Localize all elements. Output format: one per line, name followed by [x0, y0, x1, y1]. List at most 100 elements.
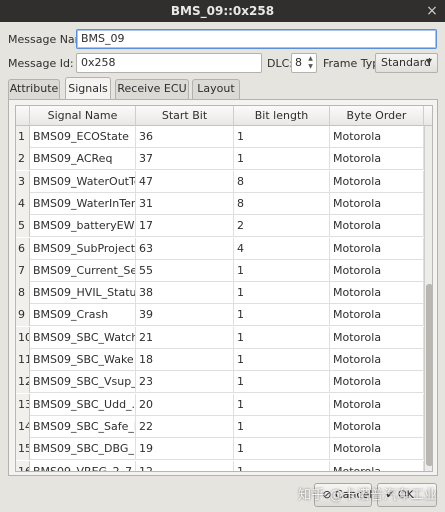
bit-length-cell[interactable]: 1 — [234, 282, 330, 305]
column-header-index[interactable] — [16, 106, 30, 126]
bit-length-cell[interactable]: 1 — [234, 460, 330, 471]
close-icon[interactable]: × — [425, 4, 439, 18]
byte-order-cell[interactable]: Motorola — [330, 415, 424, 438]
bit-length-cell[interactable]: 1 — [234, 371, 330, 394]
signal-name-cell[interactable]: BMS09_SBC_Udd_... — [30, 393, 136, 416]
signal-name-cell[interactable]: BMS09_WaterOutTe... — [30, 170, 136, 193]
byte-order-cell[interactable]: Motorola — [330, 460, 424, 471]
table-row[interactable]: 16BMS09_VREG_2_7_...121Motorola — [16, 460, 424, 471]
table-row[interactable]: 4BMS09_WaterInTemp318Motorola — [16, 192, 424, 215]
row-index[interactable]: 8 — [16, 282, 30, 305]
dlc-spinbox[interactable]: 8 ▲ ▼ — [291, 53, 317, 73]
bit-length-cell[interactable]: 1 — [234, 438, 330, 461]
row-index[interactable]: 13 — [16, 393, 30, 416]
byte-order-cell[interactable]: Motorola — [330, 304, 424, 327]
signal-name-cell[interactable]: BMS09_SBC_Watch... — [30, 326, 136, 349]
row-index[interactable]: 1 — [16, 126, 30, 148]
byte-order-cell[interactable]: Motorola — [330, 349, 424, 371]
column-header-start-bit[interactable]: Start Bit — [136, 106, 234, 126]
row-index[interactable]: 3 — [16, 170, 30, 193]
row-index[interactable]: 15 — [16, 438, 30, 461]
bit-length-cell[interactable]: 4 — [234, 237, 330, 260]
byte-order-cell[interactable]: Motorola — [330, 326, 424, 349]
message-name-input[interactable]: BMS_09 — [76, 29, 437, 49]
start-bit-cell[interactable]: 31 — [136, 192, 234, 215]
tab-signals[interactable]: Signals — [65, 77, 111, 99]
signal-name-cell[interactable]: BMS09_HVIL_Status — [30, 282, 136, 305]
bit-length-cell[interactable]: 1 — [234, 415, 330, 438]
table-row[interactable]: 7BMS09_Current_Se...551Motorola — [16, 259, 424, 282]
start-bit-cell[interactable]: 12 — [136, 460, 234, 471]
start-bit-cell[interactable]: 22 — [136, 415, 234, 438]
tab-layout[interactable]: Layout — [192, 79, 240, 99]
scrollbar-thumb[interactable] — [426, 284, 432, 466]
byte-order-cell[interactable]: Motorola — [330, 126, 424, 148]
table-row[interactable]: 13BMS09_SBC_Udd_...201Motorola — [16, 393, 424, 416]
start-bit-cell[interactable]: 63 — [136, 237, 234, 260]
signal-name-cell[interactable]: BMS09_SBC_DBG_... — [30, 438, 136, 461]
byte-order-cell[interactable]: Motorola — [330, 259, 424, 282]
byte-order-cell[interactable]: Motorola — [330, 371, 424, 394]
vertical-scrollbar[interactable] — [424, 126, 432, 471]
byte-order-cell[interactable]: Motorola — [330, 170, 424, 193]
start-bit-cell[interactable]: 47 — [136, 170, 234, 193]
byte-order-cell[interactable]: Motorola — [330, 393, 424, 416]
row-index[interactable]: 16 — [16, 460, 30, 471]
start-bit-cell[interactable]: 23 — [136, 371, 234, 394]
column-header-byte-order[interactable]: Byte Order — [330, 106, 424, 126]
start-bit-cell[interactable]: 55 — [136, 259, 234, 282]
row-index[interactable]: 14 — [16, 415, 30, 438]
signal-name-cell[interactable]: BMS09_VREG_2_7_... — [30, 460, 136, 471]
row-index[interactable]: 7 — [16, 259, 30, 282]
table-row[interactable]: 9 BMS09_Crash 39 1 Motorola — [16, 304, 424, 327]
start-bit-cell[interactable]: 21 — [136, 326, 234, 349]
bit-length-cell[interactable]: 8 — [234, 192, 330, 215]
table-row[interactable]: 10BMS09_SBC_Watch...211Motorola — [16, 326, 424, 349]
bit-length-cell[interactable]: 1 — [234, 393, 330, 416]
message-id-input[interactable]: 0x258 — [76, 53, 262, 73]
start-bit-cell[interactable]: 37 — [136, 148, 234, 171]
bit-length-cell[interactable]: 1 — [234, 304, 330, 327]
frame-type-select[interactable]: Standard ▼ — [375, 53, 438, 73]
table-row[interactable]: 15BMS09_SBC_DBG_...191Motorola — [16, 438, 424, 461]
row-index[interactable]: 5 — [16, 215, 30, 238]
bit-length-cell[interactable]: 1 — [234, 349, 330, 371]
signal-name-cell[interactable]: BMS09_SBC_Safe_l... — [30, 415, 136, 438]
table-row[interactable]: 11BMS09_SBC_Wake...181Motorola — [16, 349, 424, 371]
column-header-signal-name[interactable]: Signal Name — [30, 106, 136, 126]
table-row[interactable]: 2 BMS09_ACReq 37 1 Motorola — [16, 148, 424, 171]
table-row[interactable]: 1 BMS09_ECOState 36 1 Motorola — [16, 126, 424, 148]
row-index[interactable]: 4 — [16, 192, 30, 215]
start-bit-cell[interactable]: 39 — [136, 304, 234, 327]
row-index[interactable]: 2 — [16, 148, 30, 171]
bit-length-cell[interactable]: 8 — [234, 170, 330, 193]
start-bit-cell[interactable]: 20 — [136, 393, 234, 416]
row-index[interactable]: 10 — [16, 326, 30, 349]
ok-button[interactable]: ✔ OK — [377, 483, 437, 507]
byte-order-cell[interactable]: Motorola — [330, 148, 424, 171]
signal-name-cell[interactable]: BMS09_batteryEWP... — [30, 215, 136, 238]
spin-arrows-icon[interactable]: ▲ ▼ — [306, 55, 315, 71]
table-row[interactable]: 14BMS09_SBC_Safe_l...221Motorola — [16, 415, 424, 438]
table-row[interactable]: 12BMS09_SBC_Vsup_...231Motorola — [16, 371, 424, 394]
signal-name-cell[interactable]: BMS09_ACReq — [30, 148, 136, 171]
table-row[interactable]: 5BMS09_batteryEWP...172Motorola — [16, 215, 424, 238]
signal-name-cell[interactable]: BMS09_SubProjectID — [30, 237, 136, 260]
byte-order-cell[interactable]: Motorola — [330, 192, 424, 215]
start-bit-cell[interactable]: 19 — [136, 438, 234, 461]
byte-order-cell[interactable]: Motorola — [330, 282, 424, 305]
row-index[interactable]: 11 — [16, 349, 30, 371]
bit-length-cell[interactable]: 2 — [234, 215, 330, 238]
bit-length-cell[interactable]: 1 — [234, 126, 330, 148]
signal-name-cell[interactable]: BMS09_SBC_Wake... — [30, 349, 136, 371]
bit-length-cell[interactable]: 1 — [234, 148, 330, 171]
table-row[interactable]: 6 BMS09_SubProjectID 63 4 Motorola — [16, 237, 424, 260]
byte-order-cell[interactable]: Motorola — [330, 438, 424, 461]
bit-length-cell[interactable]: 1 — [234, 259, 330, 282]
table-row[interactable]: 3BMS09_WaterOutTe...478Motorola — [16, 170, 424, 193]
signal-name-cell[interactable]: BMS09_WaterInTemp — [30, 192, 136, 215]
byte-order-cell[interactable]: Motorola — [330, 215, 424, 238]
byte-order-cell[interactable]: Motorola — [330, 237, 424, 260]
start-bit-cell[interactable]: 17 — [136, 215, 234, 238]
bit-length-cell[interactable]: 1 — [234, 326, 330, 349]
